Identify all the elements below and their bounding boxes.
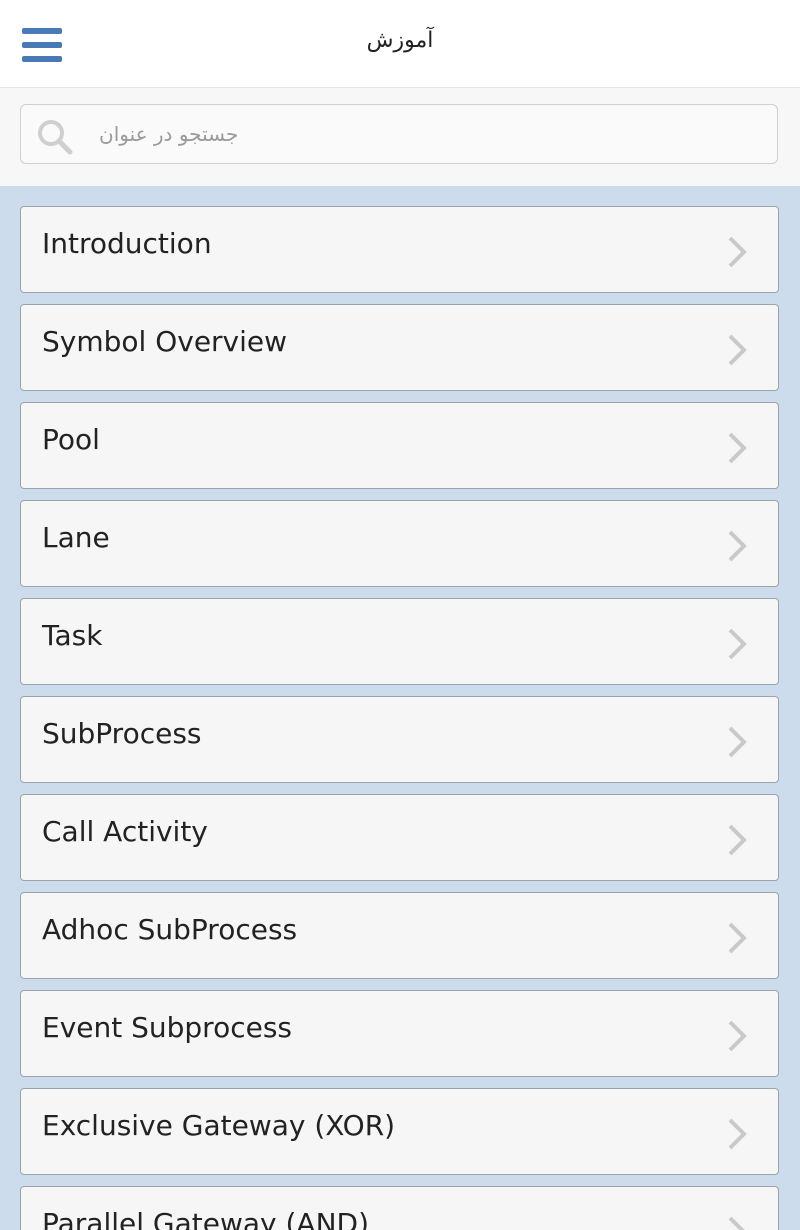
search-icon <box>38 120 73 155</box>
menu-bar <box>22 56 62 62</box>
page-title: آموزش <box>366 28 434 53</box>
list-item-label: Exclusive Gateway (XOR) <box>42 1109 396 1142</box>
topic-list: Introduction Symbol Overview Pool Lane T… <box>0 186 800 1230</box>
list-item-subprocess[interactable]: SubProcess <box>20 696 779 783</box>
list-item-task[interactable]: Task <box>20 598 779 685</box>
list-item-label: Adhoc SubProcess <box>42 913 298 946</box>
list-item-label: Event Subprocess <box>42 1011 293 1044</box>
app-header: آموزش <box>0 0 800 88</box>
list-item-label: Introduction <box>42 227 212 260</box>
list-item-label: Call Activity <box>42 815 208 848</box>
list-item-exclusive-gateway[interactable]: Exclusive Gateway (XOR) <box>20 1088 779 1175</box>
chevron-right-icon <box>728 1020 747 1052</box>
list-item-label: Symbol Overview <box>42 325 288 358</box>
list-item-label: Pool <box>42 423 100 456</box>
list-item-adhoc-subprocess[interactable]: Adhoc SubProcess <box>20 892 779 979</box>
list-item-pool[interactable]: Pool <box>20 402 779 489</box>
list-item-parallel-gateway[interactable]: Parallel Gateway (AND) <box>20 1186 779 1230</box>
chevron-right-icon <box>728 922 747 954</box>
list-item-symbol-overview[interactable]: Symbol Overview <box>20 304 779 391</box>
search-box[interactable] <box>20 104 778 164</box>
chevron-right-icon <box>728 824 747 856</box>
search-input[interactable] <box>79 113 499 155</box>
chevron-right-icon <box>728 530 747 562</box>
list-item-label: Parallel Gateway (AND) <box>42 1207 370 1230</box>
chevron-right-icon <box>728 432 747 464</box>
list-item-event-subprocess[interactable]: Event Subprocess <box>20 990 779 1077</box>
list-item-label: Task <box>42 619 103 652</box>
list-item-introduction[interactable]: Introduction <box>20 206 779 293</box>
search-section <box>0 88 800 186</box>
chevron-right-icon <box>728 726 747 758</box>
chevron-right-icon <box>728 236 747 268</box>
list-item-lane[interactable]: Lane <box>20 500 779 587</box>
chevron-right-icon <box>728 1118 747 1150</box>
list-item-call-activity[interactable]: Call Activity <box>20 794 779 881</box>
chevron-right-icon <box>728 1216 745 1230</box>
chevron-right-icon <box>728 334 747 366</box>
list-item-label: SubProcess <box>42 717 202 750</box>
chevron-right-icon <box>728 628 747 660</box>
list-item-label: Lane <box>42 521 110 554</box>
